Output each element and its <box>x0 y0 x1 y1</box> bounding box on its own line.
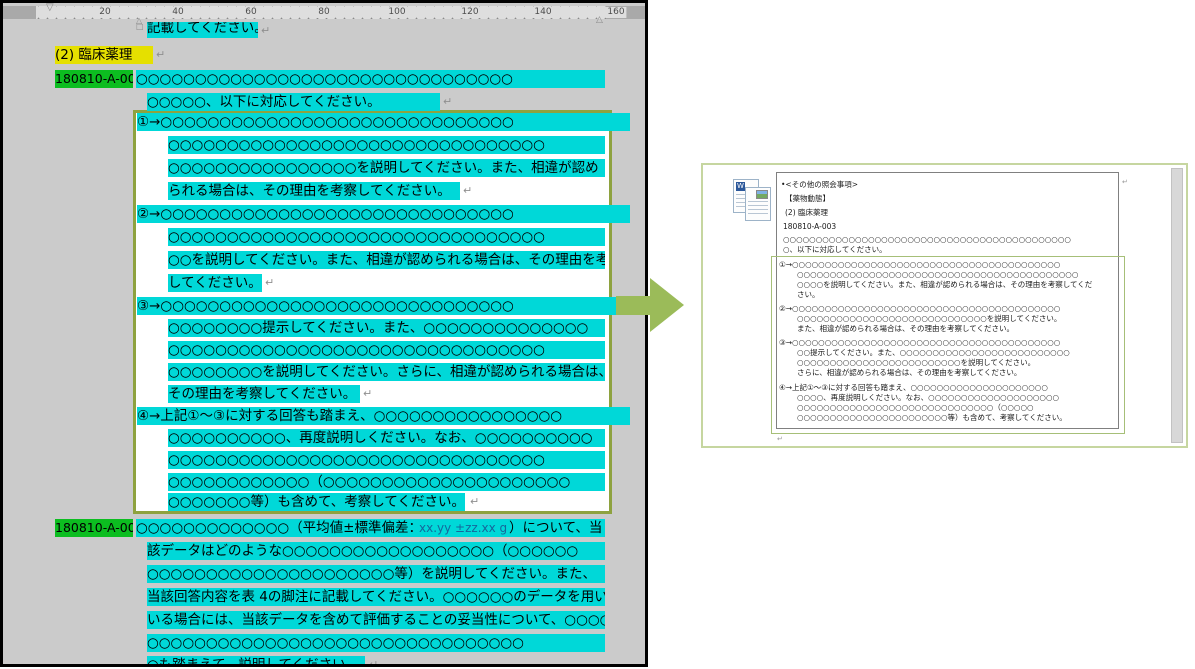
item-2-line: ②→○○○○○○○○○○○○○○○○○○○○○○○○○○○○○○ <box>137 205 630 223</box>
paragraph-mark: ↵ <box>470 493 479 511</box>
paragraph-mark: ↵ <box>443 93 452 111</box>
preview-item-2-line: ○○○○○○○○○○○○○○○○○○○○○○○○○○○○○を説明してください。 <box>797 314 1061 323</box>
preview-item-4-line: ④→上記①～③に対する回答も踏まえ、○○○○○○○○○○○○○○○○○○○○○ <box>779 383 1048 392</box>
paragraph-mark: ↵ <box>369 656 378 667</box>
text-line: 記載してください。 <box>147 22 258 38</box>
ruler-number: 160 <box>605 7 626 18</box>
item-4-line: ○○○○○○○○○○○○（○○○○○○○○○○○○○○○○○○○○○ <box>168 473 605 491</box>
paragraph-mark: ↵ <box>463 182 472 200</box>
preview-item-4-line: ○○○○、再度説明しください。なお、○○○○○○○○○○○○○○○○○○○○ <box>797 393 1059 402</box>
ruler-number: 40 <box>170 7 185 18</box>
item-4-line: ○○○○○○○○○○○○○○○○○○○○○○○○○○○○○○○○ <box>168 451 605 469</box>
preview-item-1-line: ①→○○○○○○○○○○○○○○○○○○○○○○○○○○○○○○○○○○○○○○… <box>779 260 1060 269</box>
left-indent-marker[interactable]: □ <box>136 23 144 31</box>
item-1-line: ①→○○○○○○○○○○○○○○○○○○○○○○○○○○○○○○ <box>137 113 630 131</box>
measurement-value: xx.yy ±zz.xx g <box>419 519 509 537</box>
document-page-icon <box>745 187 771 221</box>
preview-item-3-line: さらに、相違が認められる場合は、その理由を考察してください。 <box>797 368 1021 377</box>
paragraph-mark: ↵ <box>265 274 274 292</box>
text-line: ○○○○○、以下に対応してください。 <box>147 93 440 111</box>
paragraph-mark: ↵ <box>363 385 372 403</box>
first-line-indent-marker[interactable]: ▽ <box>46 3 54 13</box>
preview-line: ○○○○○○○○○○○○○○○○○○○○○○○○○○○○○○○○○○○○○○○○… <box>783 235 1071 244</box>
text-line: 該データはどのような○○○○○○○○○○○○○○○○○○（○○○○○○ <box>147 542 605 560</box>
item-3-line: ○○○○○○○○を説明してください。さらに、相違が認められる場合は、 <box>168 363 605 381</box>
preview-item-3-line: ○○提示してください。また、○○○○○○○○○○○○○○○○○○○○○○○○○○ <box>797 348 1070 357</box>
ruler-number: 80 <box>316 7 331 18</box>
item-1-line: られる場合は、その理由を考察してください。 <box>168 182 460 200</box>
preview-line: 180810-A-003 <box>783 222 836 231</box>
item-3-line: ○○○○○○○○○○○○○○○○○○○○○○○○○○○○○○○○ <box>168 341 605 359</box>
right-indent-marker[interactable]: △ <box>596 16 603 25</box>
item-2-line: してください。 <box>168 274 262 292</box>
item-3-line: ○○○○○○○○提示してください。また、○○○○○○○○○○○○○○ <box>168 319 605 337</box>
paragraph-mark: ↵ <box>1122 178 1128 186</box>
item-4-line: ○○○○○○○等）も含めて、考察してください。 <box>168 493 465 511</box>
preview-item-1-line: ○○○○を説明してください。また、相違が認められる場合は、その理由を考察してくだ <box>797 280 1092 289</box>
picture-icon <box>756 190 768 199</box>
preview-item-2-line: また、相違が認められる場合は、その理由を考察してください。 <box>797 324 1014 333</box>
preview-line: (2) 臨床薬理 <box>785 208 828 217</box>
ruler-number: 120 <box>459 7 480 18</box>
text-line: ○○○○○○○○○○○○○○○○○○○○○等）を説明してください。また、 <box>147 565 605 583</box>
ruler-number: 140 <box>532 7 553 18</box>
preview-item-2-line: ②→○○○○○○○○○○○○○○○○○○○○○○○○○○○○○○○○○○○○○○… <box>779 304 1060 313</box>
ruler-left-margin <box>3 6 36 19</box>
preview-item-1-line: ○○○○○○○○○○○○○○○○○○○○○○○○○○○○○○○○○○○○○○○○… <box>797 270 1078 279</box>
screenshot-stage: 20 40 60 80 100 120 140 160 ▽ △ □ △ 記載して… <box>0 0 1195 669</box>
paragraph-mark: ↵ <box>777 435 783 443</box>
ruler-number: 100 <box>386 7 407 18</box>
word-document-before-panel: 20 40 60 80 100 120 140 160 ▽ △ □ △ 記載して… <box>0 0 648 667</box>
section-heading: (2) 臨床薬理 <box>55 46 153 64</box>
item-1-line: ○○○○○○○○○○○○○○○○を説明してください。また、相違が認め <box>168 159 605 177</box>
ruler-number: 60 <box>243 7 258 18</box>
paragraph-mark: ↵ <box>261 22 270 40</box>
preview-item-1-line: さい。 <box>797 290 820 299</box>
text-line: ○も踏まえて、説明してください。 <box>147 656 365 667</box>
item-2-line: ○○○○○○○○○○○○○○○○○○○○○○○○○○○○○○○○ <box>168 228 605 246</box>
text-line: いる場合には、当該データを含めて評価することの妥当性について、○○○○○ <box>147 611 605 629</box>
arrow-head <box>650 278 684 332</box>
preview-item-4-line: ○○○○○○○○○○○○○○○○○○○○○○○○○○○○○○（○○○○○ <box>797 403 1034 412</box>
word-document-icon[interactable]: W <box>731 179 775 221</box>
item-3-line: ③→○○○○○○○○○○○○○○○○○○○○○○○○○○○○○○ <box>137 297 630 315</box>
paragraph-mark: ↵ <box>156 46 165 64</box>
ruler-number: 20 <box>97 7 112 18</box>
item-2-line: ○○を説明してください。また、相違が認められる場合は、その理由を考察 <box>168 251 605 269</box>
word-logo-icon: W <box>736 182 745 191</box>
item-3-line: その理由を考察してください。 <box>168 385 360 403</box>
preview-item-3-line: ○○○○○○○○○○○○○○○○○○○○○○○○○を説明してください。 <box>797 358 1035 367</box>
arrow-tail <box>616 296 652 315</box>
query-id-label: 180810-A-003 <box>55 70 133 88</box>
preview-line: •<その他の照会事項> <box>781 180 858 189</box>
item-1-line: ○○○○○○○○○○○○○○○○○○○○○○○○○○○○○○○○ <box>168 136 605 154</box>
item-4-line: ○○○○○○○○○○、再度説明しください。なお、○○○○○○○○○○ <box>168 429 605 447</box>
item-4-line: ④→上記①～③に対する回答も踏まえ、○○○○○○○○○○○○○○○○ <box>137 407 630 425</box>
text-line: ○○○○○○○○○○○○○○○○○○○○○○○○○○○○○○○○ <box>147 634 605 652</box>
vertical-scrollbar[interactable] <box>1171 168 1183 443</box>
text-line: 当該回答内容を表 4の脚注に記載してください。○○○○○○のデータを用いて <box>147 588 605 606</box>
word-document-after-panel: W ↵ ↵ •<その他の照会事項> 【薬物動態】 (2) 臨床薬理 180810… <box>701 163 1188 448</box>
text-line: ○○○○○○○○○○○○○（平均値±標準偏差：xx.yy ±zz.xx g）につ… <box>136 519 605 537</box>
preview-line: ○、以下に対応してください。 <box>783 245 887 254</box>
preview-line: 【薬物動態】 <box>785 194 830 203</box>
text-line: ○○○○○○○○○○○○○○○○○○○○○○○○○○○○○○○○ <box>136 70 605 88</box>
query-id-label: 180810-A-004 <box>55 519 133 537</box>
preview-item-4-line: ○○○○○○○○○○○○○○○○○○○○○○○等）も含めて、考察してください。 <box>797 413 1067 422</box>
preview-item-3-line: ③→○○○○○○○○○○○○○○○○○○○○○○○○○○○○○○○○○○○○○○… <box>779 338 1060 347</box>
